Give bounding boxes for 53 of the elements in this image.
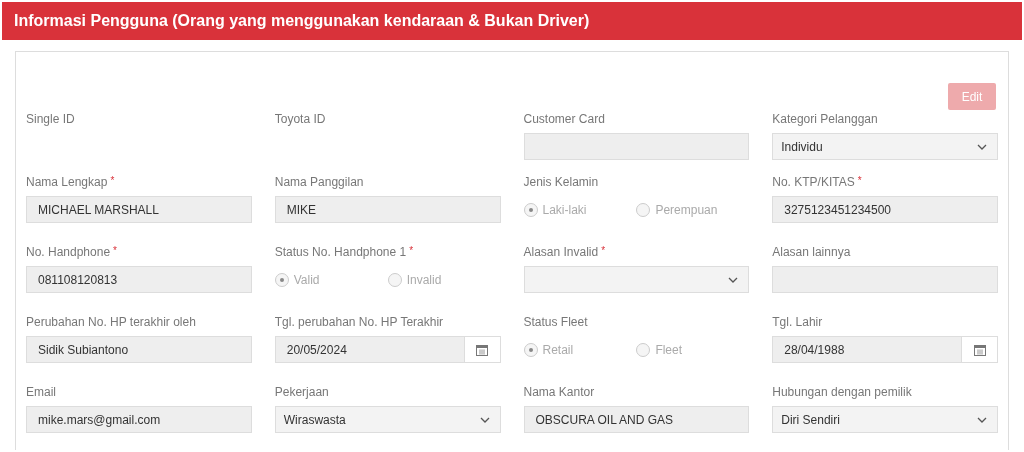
field-label: Jenis Kelamin bbox=[523, 174, 599, 190]
field-label: Email bbox=[26, 384, 56, 400]
field-label: Customer Card bbox=[523, 111, 605, 127]
required-mark: * bbox=[857, 174, 862, 188]
required-mark: * bbox=[601, 244, 606, 258]
field-label: Tgl. Lahir bbox=[772, 314, 823, 330]
section-title: Informasi Pengguna (Orang yang menggunakan kendaraan & Bukan Driver) bbox=[14, 11, 590, 31]
radio-button[interactable] bbox=[274, 272, 289, 287]
field-label: Pekerjaan bbox=[274, 384, 329, 400]
radio-button[interactable] bbox=[523, 342, 538, 357]
text-field[interactable]: MIKE bbox=[274, 196, 501, 223]
text-field[interactable]: MICHAEL MARSHALL bbox=[26, 196, 252, 223]
field-label: Kategori Pelanggan bbox=[772, 111, 878, 127]
field-label: Perubahan No. HP terakhir oleh bbox=[26, 314, 196, 330]
text-field[interactable]: 081108120813 bbox=[26, 266, 252, 293]
field-label: Alasan Invalid bbox=[523, 244, 599, 260]
field-label: Nama Lengkap bbox=[26, 174, 108, 190]
chevron-down-icon bbox=[728, 276, 739, 283]
radio-button[interactable] bbox=[636, 202, 651, 217]
field-label: Nama Panggilan bbox=[274, 174, 364, 190]
select-field[interactable]: Individu bbox=[772, 133, 998, 160]
text-field[interactable]: OBSCURA OIL AND GAS bbox=[523, 406, 750, 433]
calendar-icon bbox=[973, 343, 986, 356]
select-field[interactable]: Diri Sendiri bbox=[772, 406, 998, 433]
text-field[interactable]: Sidik Subiantono bbox=[26, 336, 252, 363]
radio-button[interactable] bbox=[523, 202, 538, 217]
field-label: Nama Kantor bbox=[523, 384, 595, 400]
calendar-icon bbox=[476, 343, 488, 356]
select-field[interactable] bbox=[523, 266, 750, 293]
field-label: No. KTP/KITAS bbox=[772, 174, 855, 190]
chevron-down-icon bbox=[479, 416, 490, 423]
field-label: Status Fleet bbox=[523, 314, 588, 330]
field-label: No. Handphone bbox=[26, 244, 111, 260]
chevron-down-icon bbox=[977, 143, 987, 150]
required-mark: * bbox=[113, 244, 117, 258]
required-mark: * bbox=[110, 174, 115, 188]
radio-button[interactable] bbox=[387, 272, 402, 287]
field-label: Hubungan dengan pemilik bbox=[772, 384, 912, 400]
field-label: Single ID bbox=[26, 111, 75, 127]
date-field[interactable]: 20/05/2024 bbox=[274, 336, 501, 363]
date-field[interactable]: 28/04/1988 bbox=[772, 336, 998, 363]
field-label: Toyota ID bbox=[274, 111, 326, 127]
field-label: Tgl. perubahan No. HP Terakhir bbox=[274, 314, 444, 330]
text-field[interactable]: 3275123451234500 bbox=[772, 196, 998, 223]
field-label: Status No. Handphone 1 bbox=[274, 244, 407, 260]
text-field[interactable] bbox=[772, 266, 998, 293]
radio-button[interactable] bbox=[636, 342, 651, 357]
required-mark: * bbox=[409, 244, 414, 258]
select-field[interactable]: Wiraswasta bbox=[274, 406, 501, 433]
text-field[interactable]: mike.mars@gmail.com bbox=[26, 406, 252, 433]
text-field[interactable] bbox=[523, 133, 750, 160]
field-label: Alasan lainnya bbox=[772, 244, 851, 260]
chevron-down-icon bbox=[977, 416, 987, 423]
